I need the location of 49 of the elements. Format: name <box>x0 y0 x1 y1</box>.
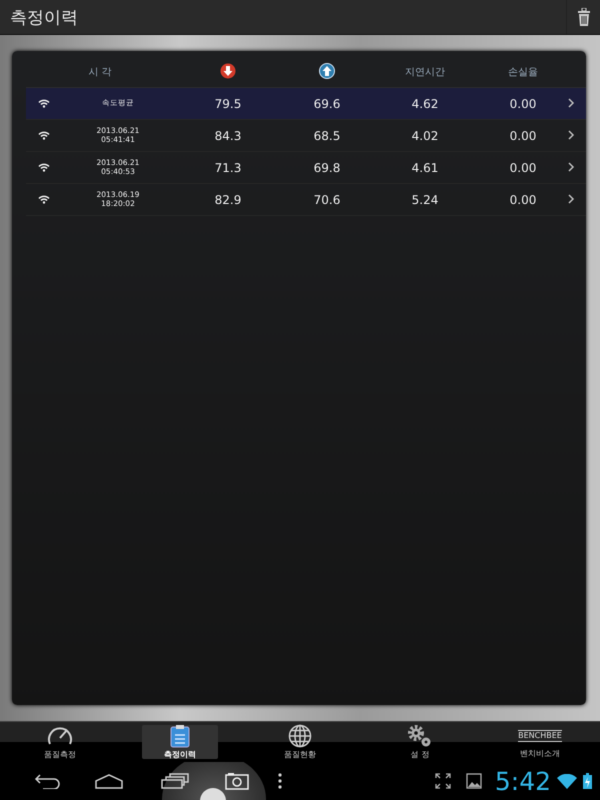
nav-tab[interactable]: 측정이력 <box>142 725 218 759</box>
nav-tab[interactable]: BENCHBEE 벤치비소개 <box>502 725 578 759</box>
wifi-icon <box>38 131 50 140</box>
table-cell-text: 82.9 <box>214 192 242 206</box>
table-cell-text: 0.00 <box>508 96 538 110</box>
window-title: 측정이력 <box>9 6 78 28</box>
table-cell-text: 69.6 <box>312 96 342 110</box>
camera-icon <box>225 772 249 790</box>
image-icon <box>466 773 482 789</box>
nav-tab[interactable]: 품질현황 <box>262 725 338 759</box>
table-cell-text: 0.00 <box>508 160 538 174</box>
logo-text: BENCHBEE <box>518 730 562 742</box>
column-header: 지연시간 <box>404 66 446 79</box>
table-cell-text: 71.3 <box>214 160 242 174</box>
home-icon <box>94 773 124 789</box>
column-header: 손실율 <box>507 66 539 79</box>
fullscreen-icon <box>434 773 451 789</box>
globe-icon <box>288 724 312 748</box>
clipboard-icon <box>170 724 190 748</box>
download-icon <box>220 62 236 78</box>
nav-tab[interactable]: 품질측정 <box>22 725 98 759</box>
table-cell-text: 5.24 <box>410 192 440 206</box>
trash-icon <box>576 8 592 26</box>
wifi-icon <box>38 195 50 204</box>
gears-icon <box>407 724 433 748</box>
table-cell-text: 70.6 <box>312 192 342 206</box>
menu-icon <box>278 773 282 789</box>
table-cell-text: 68.5 <box>312 128 342 142</box>
table-cell-text: 4.02 <box>410 128 440 142</box>
upload-icon <box>319 62 335 78</box>
battery-charging-icon <box>583 773 592 789</box>
nav-tab[interactable]: 설 정 <box>382 725 458 759</box>
wifi-icon <box>38 99 50 108</box>
status-clock: 5:42 <box>494 766 551 796</box>
chevron-right-icon <box>568 194 575 204</box>
recent-apps-icon <box>161 773 189 789</box>
column-header: 시 각 <box>87 66 113 79</box>
table-cell-text: 79.5 <box>214 96 242 110</box>
table-cell-text: 4.61 <box>410 160 440 174</box>
chevron-right-icon <box>568 98 575 108</box>
table-cell-text: 69.8 <box>312 160 342 174</box>
chevron-right-icon <box>568 130 575 140</box>
table-cell-text: 84.3 <box>214 128 242 142</box>
table-cell-text: 4.62 <box>410 96 440 110</box>
chevron-right-icon <box>568 162 575 172</box>
wifi-icon <box>38 163 50 172</box>
table-cell-text: 0.00 <box>508 192 538 206</box>
wifi-signal-icon <box>557 774 577 788</box>
table-cell-text: 0.00 <box>508 128 538 142</box>
